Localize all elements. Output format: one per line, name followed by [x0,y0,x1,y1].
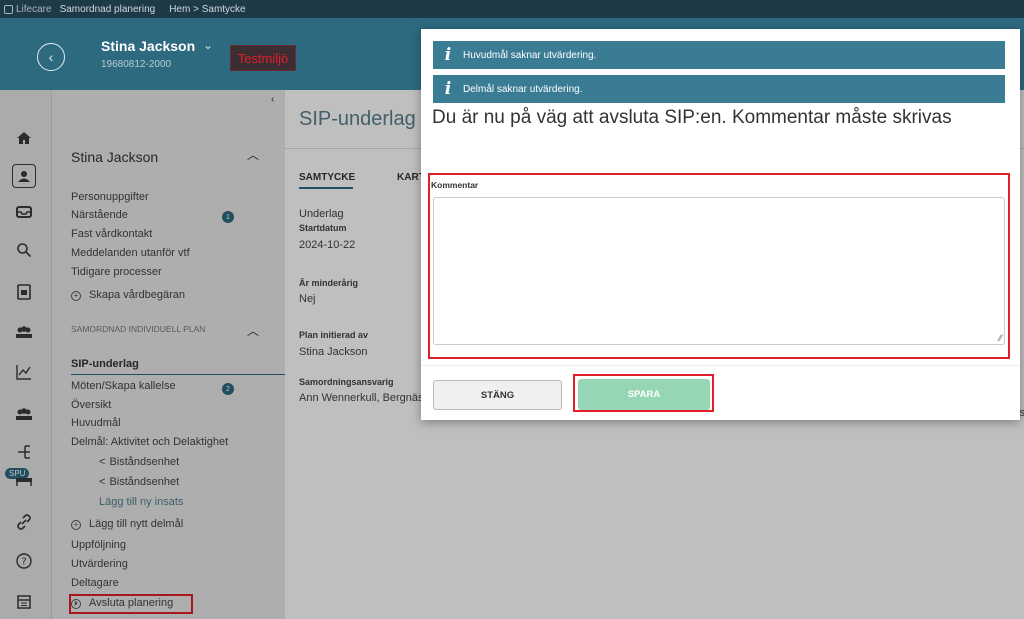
back-button[interactable]: ‹ [37,43,65,71]
chevron-down-icon[interactable]: ⌄ [203,38,213,52]
environment-badge: Testmiljö [230,45,296,71]
logo-icon [4,4,13,14]
logo-text: Lifecare [16,3,52,15]
info-icon: i [444,45,452,65]
patient-id: 19680812-2000 [101,59,172,70]
divider [421,365,1020,366]
patient-name[interactable]: Stina Jackson [101,38,195,54]
app-name[interactable]: Samordnad planering [60,4,156,15]
comment-label: Kommentar [431,180,479,190]
resize-handle-icon[interactable]: ⁄⁄ [999,333,1002,343]
breadcrumb[interactable]: Hem > Samtycke [169,4,245,15]
info-message: i Delmål saknar utvärdering. [433,75,1005,103]
info-icon: i [444,79,452,99]
close-button[interactable]: STÄNG [433,380,562,410]
lifecare-logo[interactable]: Lifecare [4,4,52,15]
dialog-title: Du är nu på väg att avsluta SIP:en. Komm… [432,107,952,128]
top-bar: Lifecare Samordnad planering Hem > Samty… [0,0,1024,18]
close-plan-dialog: i Huvudmål saknar utvärdering. i Delmål … [421,29,1020,420]
highlight-box [573,374,714,412]
chevron-left-icon: ‹ [48,49,54,65]
info-message: i Huvudmål saknar utvärdering. [433,41,1005,69]
comment-textarea[interactable]: ⁄⁄ [433,197,1005,345]
